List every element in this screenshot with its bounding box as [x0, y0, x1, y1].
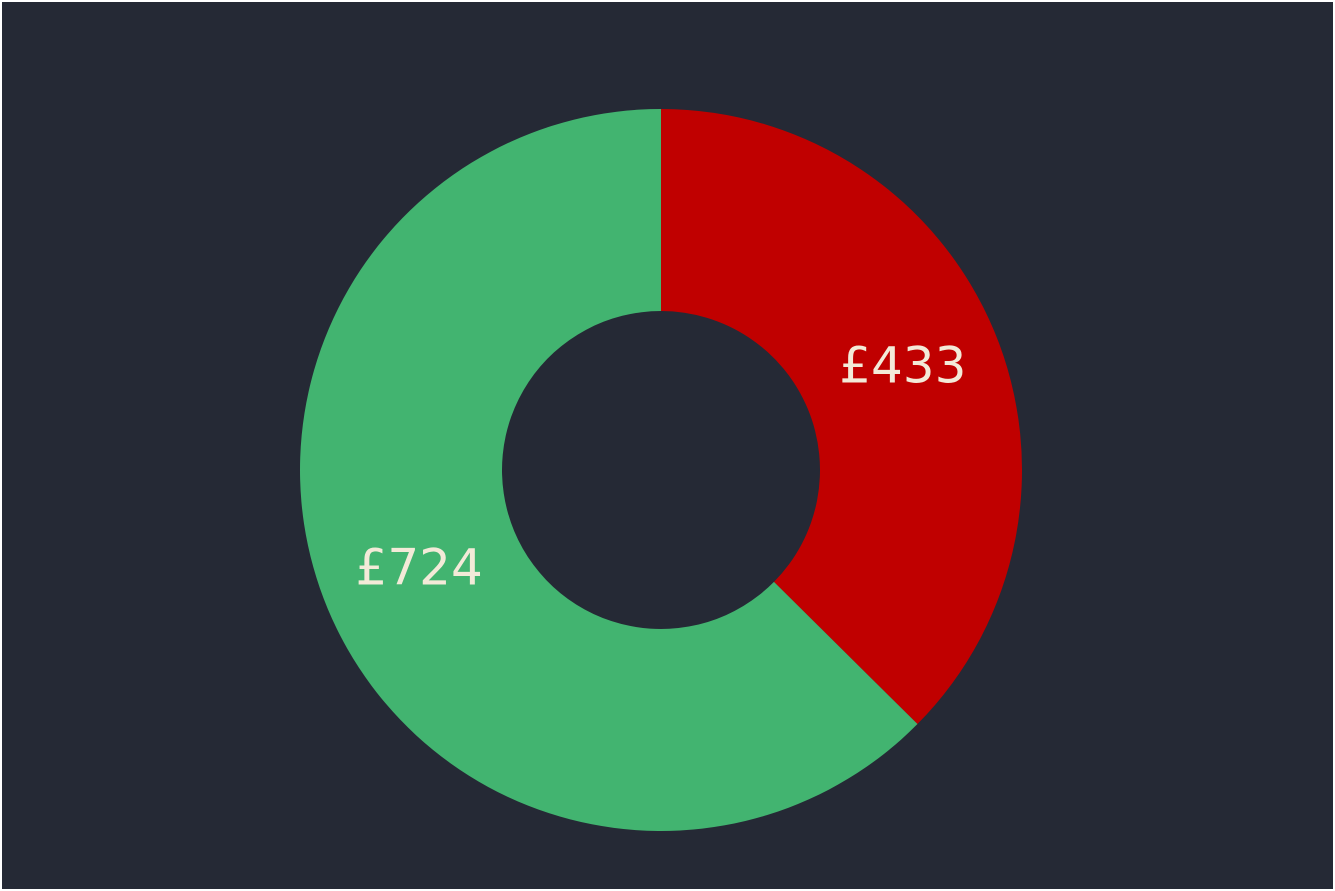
slice-label-724: £724: [356, 538, 483, 596]
slice-group: [299, 109, 1022, 832]
donut-chart: £433 £724: [299, 109, 1022, 832]
slice-label-433: £433: [839, 337, 966, 395]
